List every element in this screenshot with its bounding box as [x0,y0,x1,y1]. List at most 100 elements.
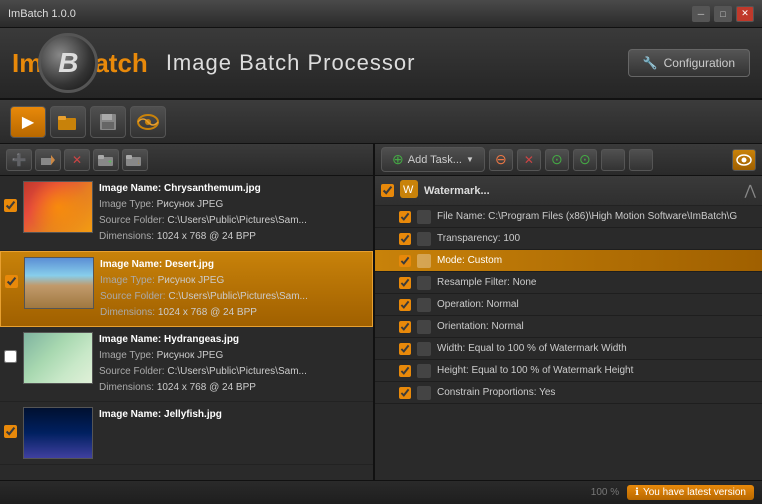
title-bar: ImBatch 1.0.0 ─ □ ✕ [0,0,762,28]
task-item-label-4: Resample Filter: None [437,277,754,288]
task-item-checkbox-6[interactable] [399,321,411,333]
task-toolbar: ⊕ Add Task... ▼ ⊖ ✕ ⊙ ⊙ [375,144,762,176]
file-item-chrysanthemum[interactable]: Image Name: Chrysanthemum.jpg Image Type… [0,176,373,251]
task-item-checkbox-5[interactable] [399,299,411,311]
file-list: Image Name: Chrysanthemum.jpg Image Type… [0,176,373,480]
file-checkbox-jellyfish[interactable] [4,425,17,438]
file-toolbar: ➕ ✕ + ↓ [0,144,373,176]
eye-button[interactable] [732,149,756,171]
task-panel: ⊕ Add Task... ▼ ⊖ ✕ ⊙ ⊙ W Watermark...⋀F… [375,144,762,480]
task-item-checkbox-4[interactable] [399,277,411,289]
file-info-jellyfish: Image Name: Jellyfish.jpg [99,407,369,423]
file-dimensions: Dimensions: 1024 x 768 @ 24 BPP [99,380,369,396]
remove-task-button[interactable]: ⊖ [489,149,513,171]
task-item-2[interactable]: Transparency: 100 [375,228,762,250]
file-source: Source Folder: C:\Users\Public\Pictures\… [99,213,369,229]
task-item-icon-3 [417,254,431,268]
file-checkbox-desert[interactable] [5,275,18,288]
file-thumb-chrysanthemum [23,181,93,233]
add-task-button[interactable]: ⊕ Add Task... ▼ [381,147,485,172]
expand-icon[interactable]: ⋀ [745,182,756,199]
task-item-6[interactable]: Orientation: Normal [375,316,762,338]
file-type: Image Type: Рисунок JPEG [100,273,368,289]
cancel-task-button[interactable]: ✕ [517,149,541,171]
delete-file-button[interactable]: ✕ [64,149,90,171]
task-item-9[interactable]: Constrain Proportions: Yes [375,382,762,404]
task-list: W Watermark...⋀File Name: C:\Program Fil… [375,176,762,480]
zoom-level: 100 % [591,487,619,498]
task-header-checkbox-0[interactable] [381,184,394,197]
logo-circle: B [38,33,98,93]
file-source: Source Folder: C:\Users\Public\Pictures\… [99,364,369,380]
status-bar: 100 % ℹ You have latest version [0,480,762,504]
main-content: ➕ ✕ + ↓ Image Name: Chrysanthemum.jpg Im… [0,144,762,480]
task-item-checkbox-8[interactable] [399,365,411,377]
file-thumb-desert [24,257,94,309]
close-button[interactable]: ✕ [736,6,754,22]
task-item-icon-5 [417,298,431,312]
task-item-3[interactable]: Mode: Custom [375,250,762,272]
plus-circle-icon: ⊕ [392,151,404,168]
task-item-icon-6 [417,320,431,334]
up-task-button[interactable]: ⊙ [545,149,569,171]
file-panel: ➕ ✕ + ↓ Image Name: Chrysanthemum.jpg Im… [0,144,375,480]
task-item-label-7: Width: Equal to 100 % of Watermark Width [437,343,754,354]
open-folder-button[interactable] [50,106,86,138]
file-info-chrysanthemum: Image Name: Chrysanthemum.jpg Image Type… [99,181,369,245]
save-button[interactable] [90,106,126,138]
more2-task-button[interactable] [629,149,653,171]
svg-text:W: W [403,184,414,196]
file-dimensions: Dimensions: 1024 x 768 @ 24 BPP [100,305,368,321]
svg-text:+: + [108,159,112,166]
file-checkbox-chrysanthemum[interactable] [4,199,17,212]
file-item-jellyfish[interactable]: Image Name: Jellyfish.jpg [0,402,373,465]
task-item-checkbox-3[interactable] [399,255,411,267]
main-toolbar: ▶ [0,100,762,144]
file-item-hydrangeas[interactable]: Image Name: Hydrangeas.jpg Image Type: Р… [0,327,373,402]
file-type: Image Type: Рисунок JPEG [99,348,369,364]
watermark-icon: W [400,180,418,201]
logo-area: Im B atch [12,33,148,93]
add-subfolder-button[interactable]: ↓ [122,149,148,171]
add-task-dropdown-icon: ▼ [466,155,474,164]
task-item-5[interactable]: Operation: Normal [375,294,762,316]
preview-button[interactable] [130,106,166,138]
file-name: Image Name: Jellyfish.jpg [99,407,369,423]
task-item-8[interactable]: Height: Equal to 100 % of Watermark Heig… [375,360,762,382]
file-info-hydrangeas: Image Name: Hydrangeas.jpg Image Type: Р… [99,332,369,396]
task-item-label-5: Operation: Normal [437,299,754,310]
file-dimensions: Dimensions: 1024 x 768 @ 24 BPP [99,229,369,245]
file-name: Image Name: Desert.jpg [100,257,368,273]
down-task-button[interactable]: ⊙ [573,149,597,171]
task-item-icon-7 [417,342,431,356]
task-item-checkbox-9[interactable] [399,387,411,399]
file-thumb-jellyfish [23,407,93,459]
info-icon: ℹ [635,487,639,498]
task-item-checkbox-1[interactable] [399,211,411,223]
add-folder-button[interactable]: + [93,149,119,171]
more-task-button[interactable] [601,149,625,171]
file-type: Image Type: Рисунок JPEG [99,197,369,213]
file-name: Image Name: Chrysanthemum.jpg [99,181,369,197]
file-thumb-hydrangeas [23,332,93,384]
file-item-desert[interactable]: Image Name: Desert.jpg Image Type: Рисун… [0,251,373,327]
task-header-0[interactable]: W Watermark...⋀ [375,176,762,206]
file-checkbox-hydrangeas[interactable] [4,350,17,363]
task-item-4[interactable]: Resample Filter: None [375,272,762,294]
task-item-label-9: Constrain Proportions: Yes [437,387,754,398]
wrench-icon: 🔧 [643,56,658,70]
task-item-1[interactable]: File Name: C:\Program Files (x86)\High M… [375,206,762,228]
play-button[interactable]: ▶ [10,106,46,138]
task-item-icon-2 [417,232,431,246]
minimize-button[interactable]: ─ [692,6,710,22]
task-item-7[interactable]: Width: Equal to 100 % of Watermark Width [375,338,762,360]
logo-text-right: atch [94,48,147,79]
task-item-checkbox-7[interactable] [399,343,411,355]
add-file-button[interactable]: ➕ [6,149,32,171]
remove-file-button[interactable] [35,149,61,171]
configuration-button[interactable]: 🔧 Configuration [628,49,750,77]
file-source: Source Folder: C:\Users\Public\Pictures\… [100,289,368,305]
maximize-button[interactable]: □ [714,6,732,22]
task-item-checkbox-2[interactable] [399,233,411,245]
file-info-desert: Image Name: Desert.jpg Image Type: Рисун… [100,257,368,321]
